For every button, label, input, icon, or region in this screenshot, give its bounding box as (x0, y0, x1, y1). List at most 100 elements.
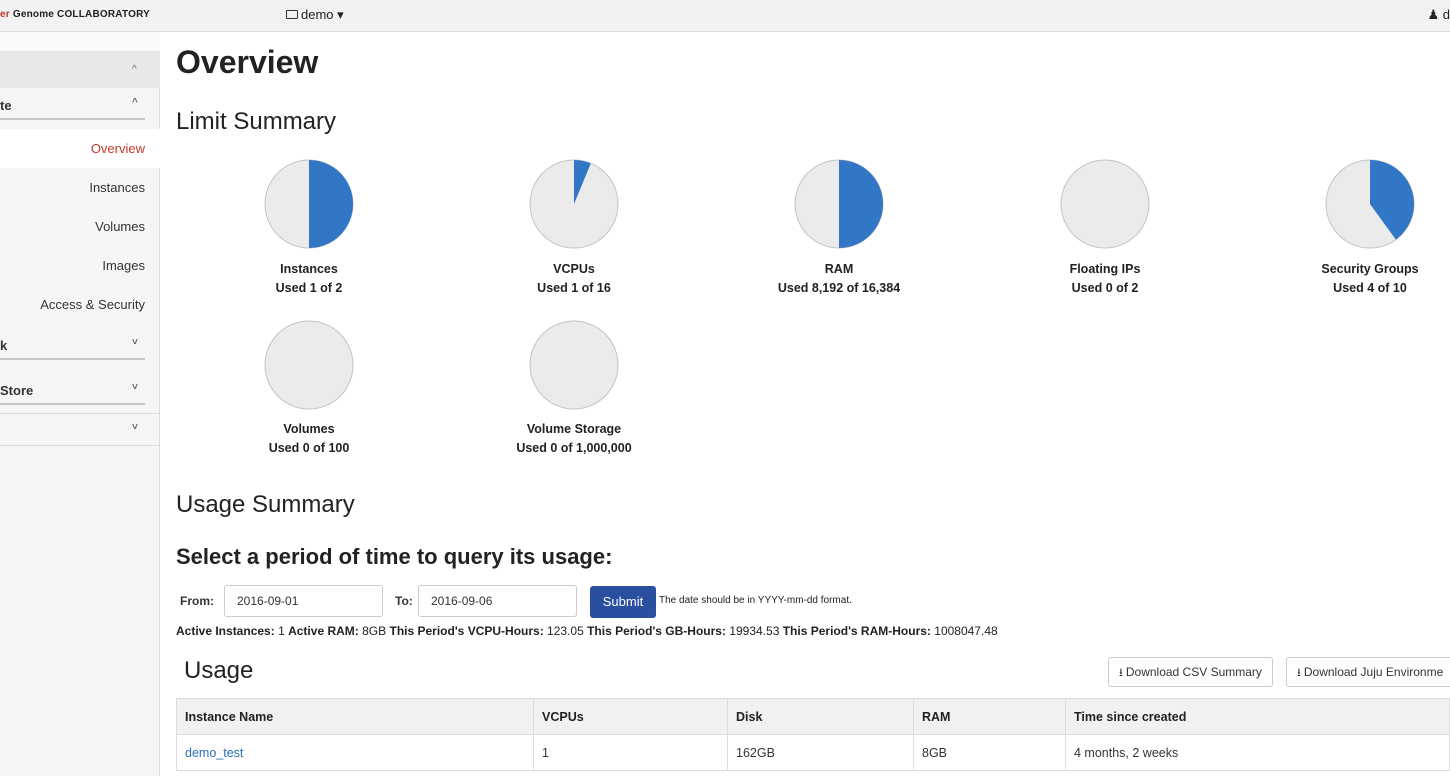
limit-label-floating-ips: Floating IPs Used 0 of 2 (1005, 260, 1205, 298)
limit-used: Used 8,192 of 16,384 (777, 281, 901, 295)
limit-name: Volume Storage (526, 422, 622, 436)
date-format-hint: The date should be in YYYY-mm-dd format. (659, 595, 852, 606)
table-cell: 1 (533, 734, 728, 771)
pie-used-slice (309, 160, 353, 248)
stat-value: 19934.53 (729, 624, 780, 638)
download-icon: ⭳ (1119, 667, 1123, 679)
limit-used: Used 0 of 2 (1071, 281, 1139, 295)
stat-label: This Period's VCPU-Hours: (389, 624, 544, 638)
limit-used: Used 0 of 100 (268, 441, 350, 455)
category-underline (0, 403, 145, 405)
sidebar-section-project[interactable]: ^ (0, 52, 160, 88)
limit-name: Volumes (283, 422, 335, 436)
project-name: demo (301, 7, 334, 22)
query-heading: Select a period of time to query its usa… (176, 544, 613, 569)
pie-chart-floating-ips (1060, 159, 1150, 249)
limit-used: Used 4 of 10 (1333, 281, 1407, 295)
to-label: To: (395, 594, 413, 608)
pie-background (1060, 159, 1150, 249)
limit-used: Used 1 of 16 (537, 281, 611, 295)
sidebar: ^ te ^ Overview Instances Volumes Images… (0, 32, 160, 776)
table-row: demo_test 1 162GB 8GB 4 months, 2 weeks (176, 734, 1450, 771)
stat-value: 1 (278, 624, 285, 638)
to-date-input[interactable]: 2016-09-06 (418, 585, 577, 617)
sidebar-top-strip (0, 32, 160, 52)
pie-chart-security-groups (1325, 159, 1415, 249)
pie-chart-vcpus (529, 159, 619, 249)
stat-label: Active Instances: (176, 624, 275, 638)
category-label: te (0, 98, 12, 113)
pie-background (264, 320, 354, 410)
sidebar-item-instances[interactable]: Instances (0, 168, 160, 207)
table-cell: 162GB (727, 734, 914, 771)
pie-chart-volumes (264, 320, 354, 410)
column-header[interactable]: Instance Name (176, 698, 534, 735)
sidebar-item-access-security[interactable]: Access & Security (0, 285, 160, 324)
limit-name: RAM (824, 262, 854, 276)
usage-summary-heading: Usage Summary (176, 491, 355, 518)
stat-value: 1008047.48 (934, 624, 998, 638)
category-label: Store (0, 383, 34, 398)
stat-label: This Period's GB-Hours: (587, 624, 726, 638)
brand-text: Genome COLLABORATORY (9, 9, 150, 20)
usage-heading: Usage (184, 657, 254, 684)
stat-label: Active RAM: (288, 624, 359, 638)
brand-accent: er (0, 9, 10, 20)
user-icon: ♟ (1427, 7, 1440, 22)
from-date-input[interactable]: 2016-09-01 (224, 585, 383, 617)
caret-down-icon: ▾ (337, 7, 344, 22)
column-header[interactable]: Disk (727, 698, 914, 735)
limit-used: Used 1 of 2 (275, 281, 343, 295)
pie-chart-instances (264, 159, 354, 249)
pie-chart-ram (794, 159, 884, 249)
pie-chart-volume-storage (529, 320, 619, 410)
from-label: From: (180, 594, 214, 608)
column-header[interactable]: VCPUs (533, 698, 728, 735)
limit-label-ram: RAM Used 8,192 of 16,384 (739, 260, 939, 298)
limit-name: Security Groups (1321, 262, 1419, 276)
chevron-down-icon: ˅ (132, 382, 138, 393)
top-navbar: er Genome COLLABORATORY demo ▾ ♟ d (0, 0, 1450, 32)
download-juju-label: Download Juju Environme (1303, 665, 1444, 679)
project-icon (286, 10, 298, 19)
sidebar-divider (0, 413, 160, 414)
pie-used-slice (839, 160, 883, 248)
instance-link[interactable]: demo_test (185, 746, 243, 760)
download-icon: ⭳ (1297, 667, 1301, 679)
project-dropdown[interactable]: demo ▾ (286, 7, 344, 23)
chevron-up-icon: ^ (132, 64, 137, 75)
category-underline (0, 358, 145, 360)
sidebar-item-overview[interactable]: Overview (0, 129, 160, 168)
stat-value: 8GB (362, 624, 387, 638)
stat-label: This Period's RAM-Hours: (782, 624, 931, 638)
chevron-down-icon: ˅ (132, 422, 138, 433)
table-cell: 4 months, 2 weeks (1065, 734, 1450, 771)
usage-stats: Active Instances: 1 Active RAM: 8GB This… (176, 624, 998, 638)
download-csv-button[interactable]: ⭳ Download CSV Summary (1108, 657, 1273, 687)
category-underline (0, 118, 145, 120)
limit-used: Used 0 of 1,000,000 (516, 441, 632, 455)
submit-button[interactable]: Submit (590, 586, 656, 618)
limit-name: Instances (280, 262, 338, 276)
table-cell: 8GB (913, 734, 1066, 771)
column-header[interactable]: Time since created (1065, 698, 1450, 735)
limit-name: Floating IPs (1069, 262, 1141, 276)
page-title: Overview (176, 44, 319, 80)
sidebar-item-images[interactable]: Images (0, 246, 160, 285)
limit-summary-heading: Limit Summary (176, 108, 337, 135)
limit-name: VCPUs (553, 262, 595, 276)
sidebar-item-volumes[interactable]: Volumes (0, 207, 160, 246)
chevron-down-icon: ˅ (132, 337, 138, 348)
usage-table: Instance Name VCPUs Disk RAM Time since … (176, 698, 1450, 771)
limit-label-volume-storage: Volume Storage Used 0 of 1,000,000 (474, 420, 674, 458)
user-menu[interactable]: ♟ d (1427, 7, 1450, 23)
sidebar-divider (0, 445, 160, 446)
table-cell: demo_test (176, 734, 534, 771)
download-juju-button[interactable]: ⭳ Download Juju Environme (1286, 657, 1450, 687)
category-label: k (0, 338, 8, 353)
limit-label-instances: Instances Used 1 of 2 (209, 260, 409, 298)
limit-label-vcpus: VCPUs Used 1 of 16 (474, 260, 674, 298)
table-header-row: Instance Name VCPUs Disk RAM Time since … (176, 698, 1450, 735)
column-header[interactable]: RAM (913, 698, 1066, 735)
brand-logo[interactable]: er Genome COLLABORATORY (0, 9, 150, 20)
